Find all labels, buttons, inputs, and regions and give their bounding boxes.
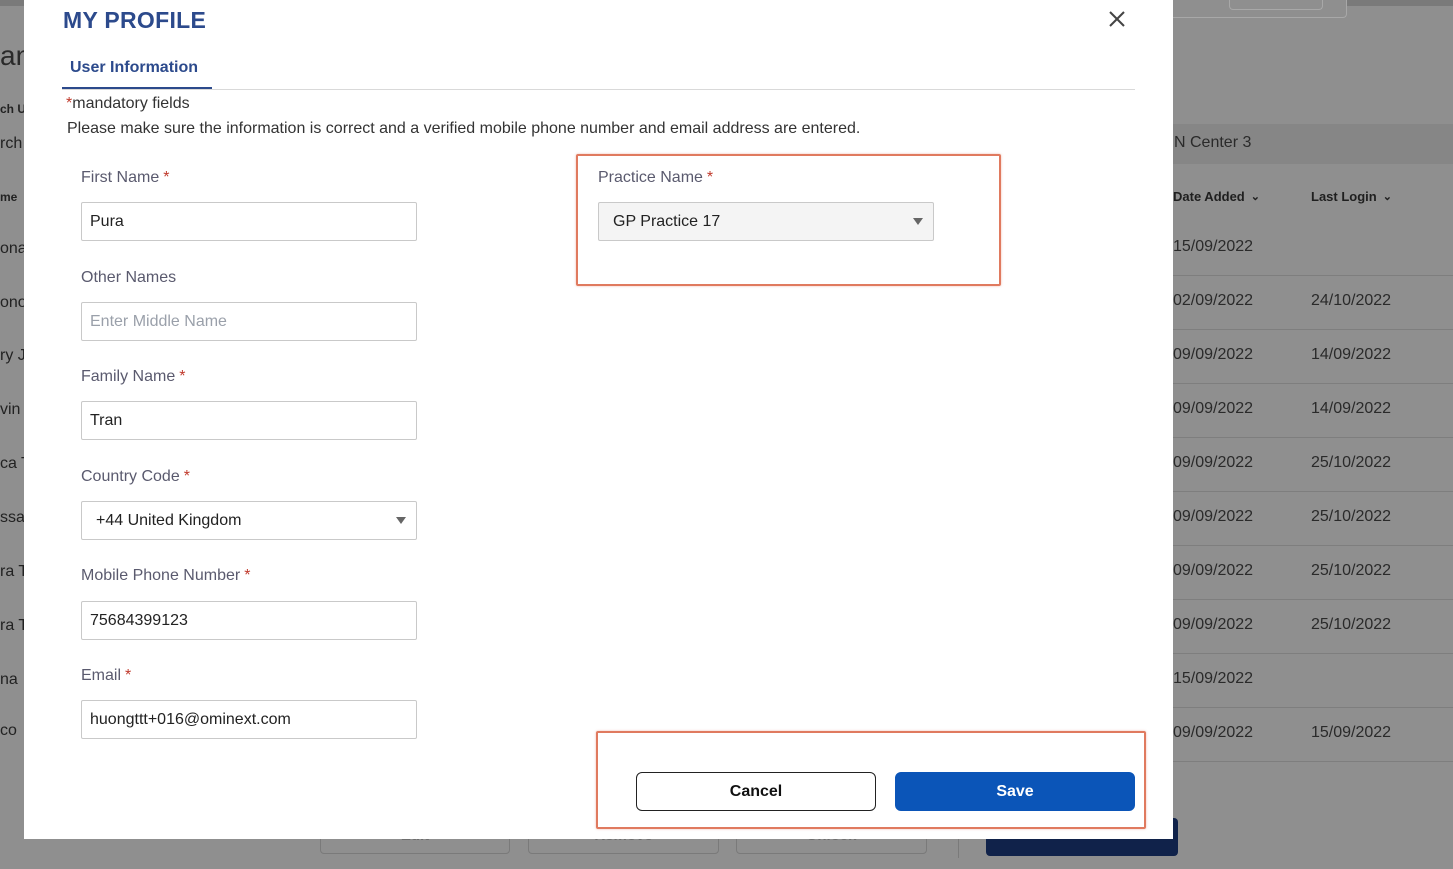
table-header-label: Date Added (1173, 189, 1245, 204)
background-fragment: na (0, 671, 18, 688)
table-row-divider (1173, 491, 1453, 492)
table-header-label: Last Login (1311, 189, 1377, 204)
table-header-last-login: Last Login ⌄ (1311, 189, 1392, 204)
highlight-box-practice (576, 154, 1001, 286)
other-names-label: Other Names (81, 269, 176, 287)
country-code-value: +44 United Kingdom (96, 511, 242, 529)
background-fragment: me (0, 190, 18, 204)
table-row-divider (1173, 599, 1453, 600)
country-code-select[interactable]: +44 United Kingdom (81, 501, 417, 540)
background-fragment: rch (0, 135, 23, 152)
required-star: * (183, 468, 190, 485)
table-cell-date-added: 09/09/2022 (1173, 724, 1254, 741)
table-cell-last-login: 25/10/2022 (1311, 616, 1392, 633)
other-names-input[interactable] (81, 302, 417, 341)
table-row-divider (1173, 707, 1453, 708)
table-cell-date-added: 09/09/2022 (1173, 508, 1254, 525)
tab-divider (62, 89, 1135, 90)
table-cell-last-login: 25/10/2022 (1311, 508, 1392, 525)
table-cell-date-added: 09/09/2022 (1173, 346, 1254, 363)
table-cell-date-added: 09/09/2022 (1173, 400, 1254, 417)
label-text: Country Code (81, 468, 180, 485)
first-name-label: First Name * (81, 169, 169, 187)
country-code-label: Country Code * (81, 468, 190, 486)
table-cell-last-login: 24/10/2022 (1311, 292, 1392, 309)
background-fragment: ry J (0, 347, 24, 364)
mobile-phone-input[interactable] (81, 601, 417, 640)
background-fragment: an (0, 40, 24, 71)
family-name-label: Family Name * (81, 368, 185, 386)
required-star: * (125, 667, 132, 684)
table-row-divider (1173, 761, 1453, 762)
background-fragment: ono (0, 294, 24, 311)
table-row-divider (1173, 275, 1453, 276)
required-star: * (179, 368, 186, 385)
label-text: Other Names (81, 269, 177, 286)
mandatory-note: *mandatory fields (66, 95, 190, 113)
required-star: * (244, 567, 251, 584)
label-text: Mobile Phone Number (81, 567, 241, 584)
table-cell-date-added: 09/09/2022 (1173, 562, 1254, 579)
table-cell-last-login: 25/10/2022 (1311, 454, 1392, 471)
table-cell-last-login: 15/09/2022 (1311, 724, 1392, 741)
background-fragment: ra T (0, 563, 24, 580)
table-row-divider (1173, 437, 1453, 438)
first-name-input[interactable] (81, 202, 417, 241)
label-text: First Name (81, 169, 160, 186)
close-icon[interactable] (1106, 8, 1128, 30)
table-cell-date-added: 15/09/2022 (1173, 238, 1254, 255)
save-button[interactable]: Save (895, 772, 1135, 811)
table-cell-last-login: 14/09/2022 (1311, 400, 1392, 417)
background-fragment: ra T (0, 617, 24, 634)
info-text: Please make sure the information is corr… (67, 120, 861, 137)
tab-user-information[interactable]: User Information (62, 58, 212, 90)
table-header-date-added: Date Added ⌄ (1173, 189, 1260, 204)
mandatory-text: mandatory fields (72, 95, 190, 112)
table-row-divider (1173, 653, 1453, 654)
cancel-button[interactable]: Cancel (636, 772, 876, 811)
my-profile-modal: MY PROFILE User Information *mandatory f… (24, 0, 1173, 839)
table-cell-date-added: 02/09/2022 (1173, 292, 1254, 309)
dropdown-arrow-icon (396, 517, 406, 524)
table-cell-date-added: 09/09/2022 (1173, 616, 1254, 633)
table-cell-last-login: 25/10/2022 (1311, 562, 1392, 579)
label-text: Email (81, 667, 122, 684)
table-cell-last-login: 14/09/2022 (1311, 346, 1392, 363)
modal-title: MY PROFILE (63, 7, 207, 33)
email-input[interactable] (81, 700, 417, 739)
background-fragment: ona (0, 240, 24, 257)
table-row-divider (1173, 383, 1453, 384)
chevron-down-icon: ⌄ (1382, 191, 1392, 203)
table-cell-date-added: 09/09/2022 (1173, 454, 1254, 471)
table-cell-date-added: 15/09/2022 (1173, 670, 1254, 687)
background-popup-button (1229, 0, 1323, 10)
chevron-down-icon: ⌄ (1250, 191, 1260, 203)
table-row-divider (1173, 329, 1453, 330)
table-row-divider (1173, 545, 1453, 546)
background-fragment: vin (0, 401, 21, 418)
required-star: * (163, 169, 170, 186)
background-fragment: ca T (0, 455, 24, 472)
background-fragment: ch U (0, 102, 24, 116)
label-text: Family Name (81, 368, 176, 385)
email-label: Email * (81, 667, 131, 685)
family-name-input[interactable] (81, 401, 417, 440)
background-fragment: co (0, 722, 17, 739)
background-fragment: ssa (0, 509, 24, 526)
background-filter-text: N Center 3 (1174, 134, 1252, 151)
mobile-phone-label: Mobile Phone Number * (81, 567, 250, 585)
